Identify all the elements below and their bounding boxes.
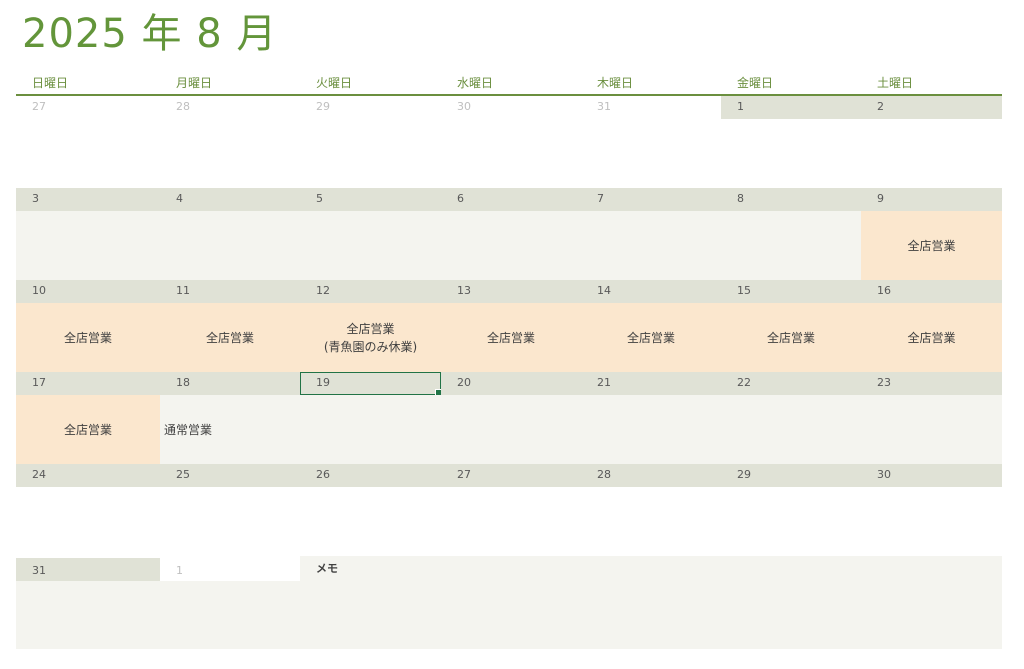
date-cell[interactable]: 5 <box>300 188 441 211</box>
date-cell[interactable]: 16 <box>861 280 1002 303</box>
event-cell[interactable] <box>581 395 721 464</box>
date-cell[interactable]: 18 <box>160 372 300 395</box>
calendar-title: 2025 年 8 月 <box>22 11 278 57</box>
date-cell[interactable]: 17 <box>16 372 160 395</box>
event-cell[interactable] <box>861 487 1002 556</box>
date-cell[interactable]: 13 <box>441 280 581 303</box>
event-cell[interactable]: 通常営業 <box>160 395 300 464</box>
date-cell[interactable]: 7 <box>581 188 721 211</box>
event-cell[interactable]: 全店営業 <box>721 303 861 372</box>
event-cell[interactable]: 全店営業 (青魚園のみ休業) <box>300 303 441 372</box>
date-cell[interactable]: 1 <box>721 96 861 119</box>
date-cell[interactable]: 14 <box>581 280 721 303</box>
weekday-label: 金曜日 <box>737 76 774 90</box>
date-cell[interactable]: 29 <box>300 96 441 119</box>
date-cell[interactable]: 31 <box>16 558 160 581</box>
event-cell[interactable]: 全店営業 <box>441 303 581 372</box>
weekday-label: 日曜日 <box>32 76 69 90</box>
date-cell[interactable]: 12 <box>300 280 441 303</box>
date-cell[interactable]: 3 <box>16 188 160 211</box>
event-cell[interactable] <box>581 487 721 556</box>
event-cell[interactable] <box>160 211 300 280</box>
weekday-label: 水曜日 <box>457 76 494 90</box>
date-cell[interactable]: 26 <box>300 464 441 487</box>
date-cell[interactable]: 6 <box>441 188 581 211</box>
event-cell[interactable]: 全店営業 <box>16 303 160 372</box>
date-cell[interactable]: 19 <box>300 372 442 396</box>
date-cell[interactable]: 28 <box>581 464 721 487</box>
date-cell[interactable]: 24 <box>16 464 160 487</box>
date-cell[interactable]: 30 <box>441 96 581 119</box>
event-cell[interactable]: 全店営業 <box>581 303 721 372</box>
weekday-label: 火曜日 <box>316 76 353 90</box>
date-cell[interactable]: 28 <box>160 96 300 119</box>
weekday-label: 月曜日 <box>176 76 213 90</box>
date-cell[interactable]: 1 <box>160 558 300 581</box>
event-cell[interactable] <box>721 395 861 464</box>
weekday-label: 土曜日 <box>877 76 914 90</box>
date-cell[interactable]: 15 <box>721 280 861 303</box>
event-cell[interactable] <box>581 119 721 188</box>
date-cell[interactable]: 27 <box>16 96 160 119</box>
event-cell[interactable] <box>160 119 300 188</box>
date-cell[interactable]: 10 <box>16 280 160 303</box>
event-cell[interactable] <box>300 395 441 464</box>
event-cell[interactable] <box>441 119 581 188</box>
date-cell[interactable]: 23 <box>861 372 1002 395</box>
event-cell[interactable] <box>16 581 160 649</box>
date-cell[interactable]: 9 <box>861 188 1002 211</box>
event-cell[interactable]: 全店営業 <box>160 303 300 372</box>
event-cell[interactable] <box>300 211 441 280</box>
event-cell[interactable] <box>160 581 300 649</box>
date-cell[interactable]: 25 <box>160 464 300 487</box>
event-cell[interactable] <box>300 487 441 556</box>
event-cell[interactable] <box>721 119 861 188</box>
weekday-label: 木曜日 <box>597 76 634 90</box>
event-cell[interactable] <box>721 211 861 280</box>
weekday-header: 日曜日 月曜日 火曜日 水曜日 木曜日 金曜日 土曜日 <box>16 74 1002 96</box>
event-cell[interactable]: 全店営業 <box>16 395 160 464</box>
event-cell[interactable]: 全店営業 <box>861 211 1002 280</box>
event-cell[interactable] <box>160 487 300 556</box>
memo-area[interactable] <box>300 556 1002 649</box>
date-cell[interactable]: 30 <box>861 464 1002 487</box>
event-cell[interactable] <box>581 211 721 280</box>
date-cell[interactable]: 22 <box>721 372 861 395</box>
event-cell[interactable] <box>300 119 441 188</box>
event-cell[interactable] <box>441 211 581 280</box>
event-cell[interactable] <box>861 395 1002 464</box>
event-cell[interactable] <box>441 395 581 464</box>
date-cell[interactable]: 2 <box>861 96 1002 119</box>
event-cell[interactable] <box>721 487 861 556</box>
event-cell[interactable] <box>16 119 160 188</box>
event-cell[interactable] <box>441 487 581 556</box>
memo-label: メモ <box>316 562 338 575</box>
date-cell[interactable]: 8 <box>721 188 861 211</box>
date-cell[interactable]: 21 <box>581 372 721 395</box>
event-cell[interactable] <box>16 211 160 280</box>
event-cell[interactable] <box>861 119 1002 188</box>
date-cell[interactable]: 4 <box>160 188 300 211</box>
event-cell[interactable] <box>16 487 160 556</box>
date-cell[interactable]: 20 <box>441 372 581 395</box>
date-cell[interactable]: 31 <box>581 96 721 119</box>
date-cell[interactable]: 11 <box>160 280 300 303</box>
event-cell[interactable]: 全店営業 <box>861 303 1002 372</box>
date-cell[interactable]: 29 <box>721 464 861 487</box>
date-cell[interactable]: 27 <box>441 464 581 487</box>
